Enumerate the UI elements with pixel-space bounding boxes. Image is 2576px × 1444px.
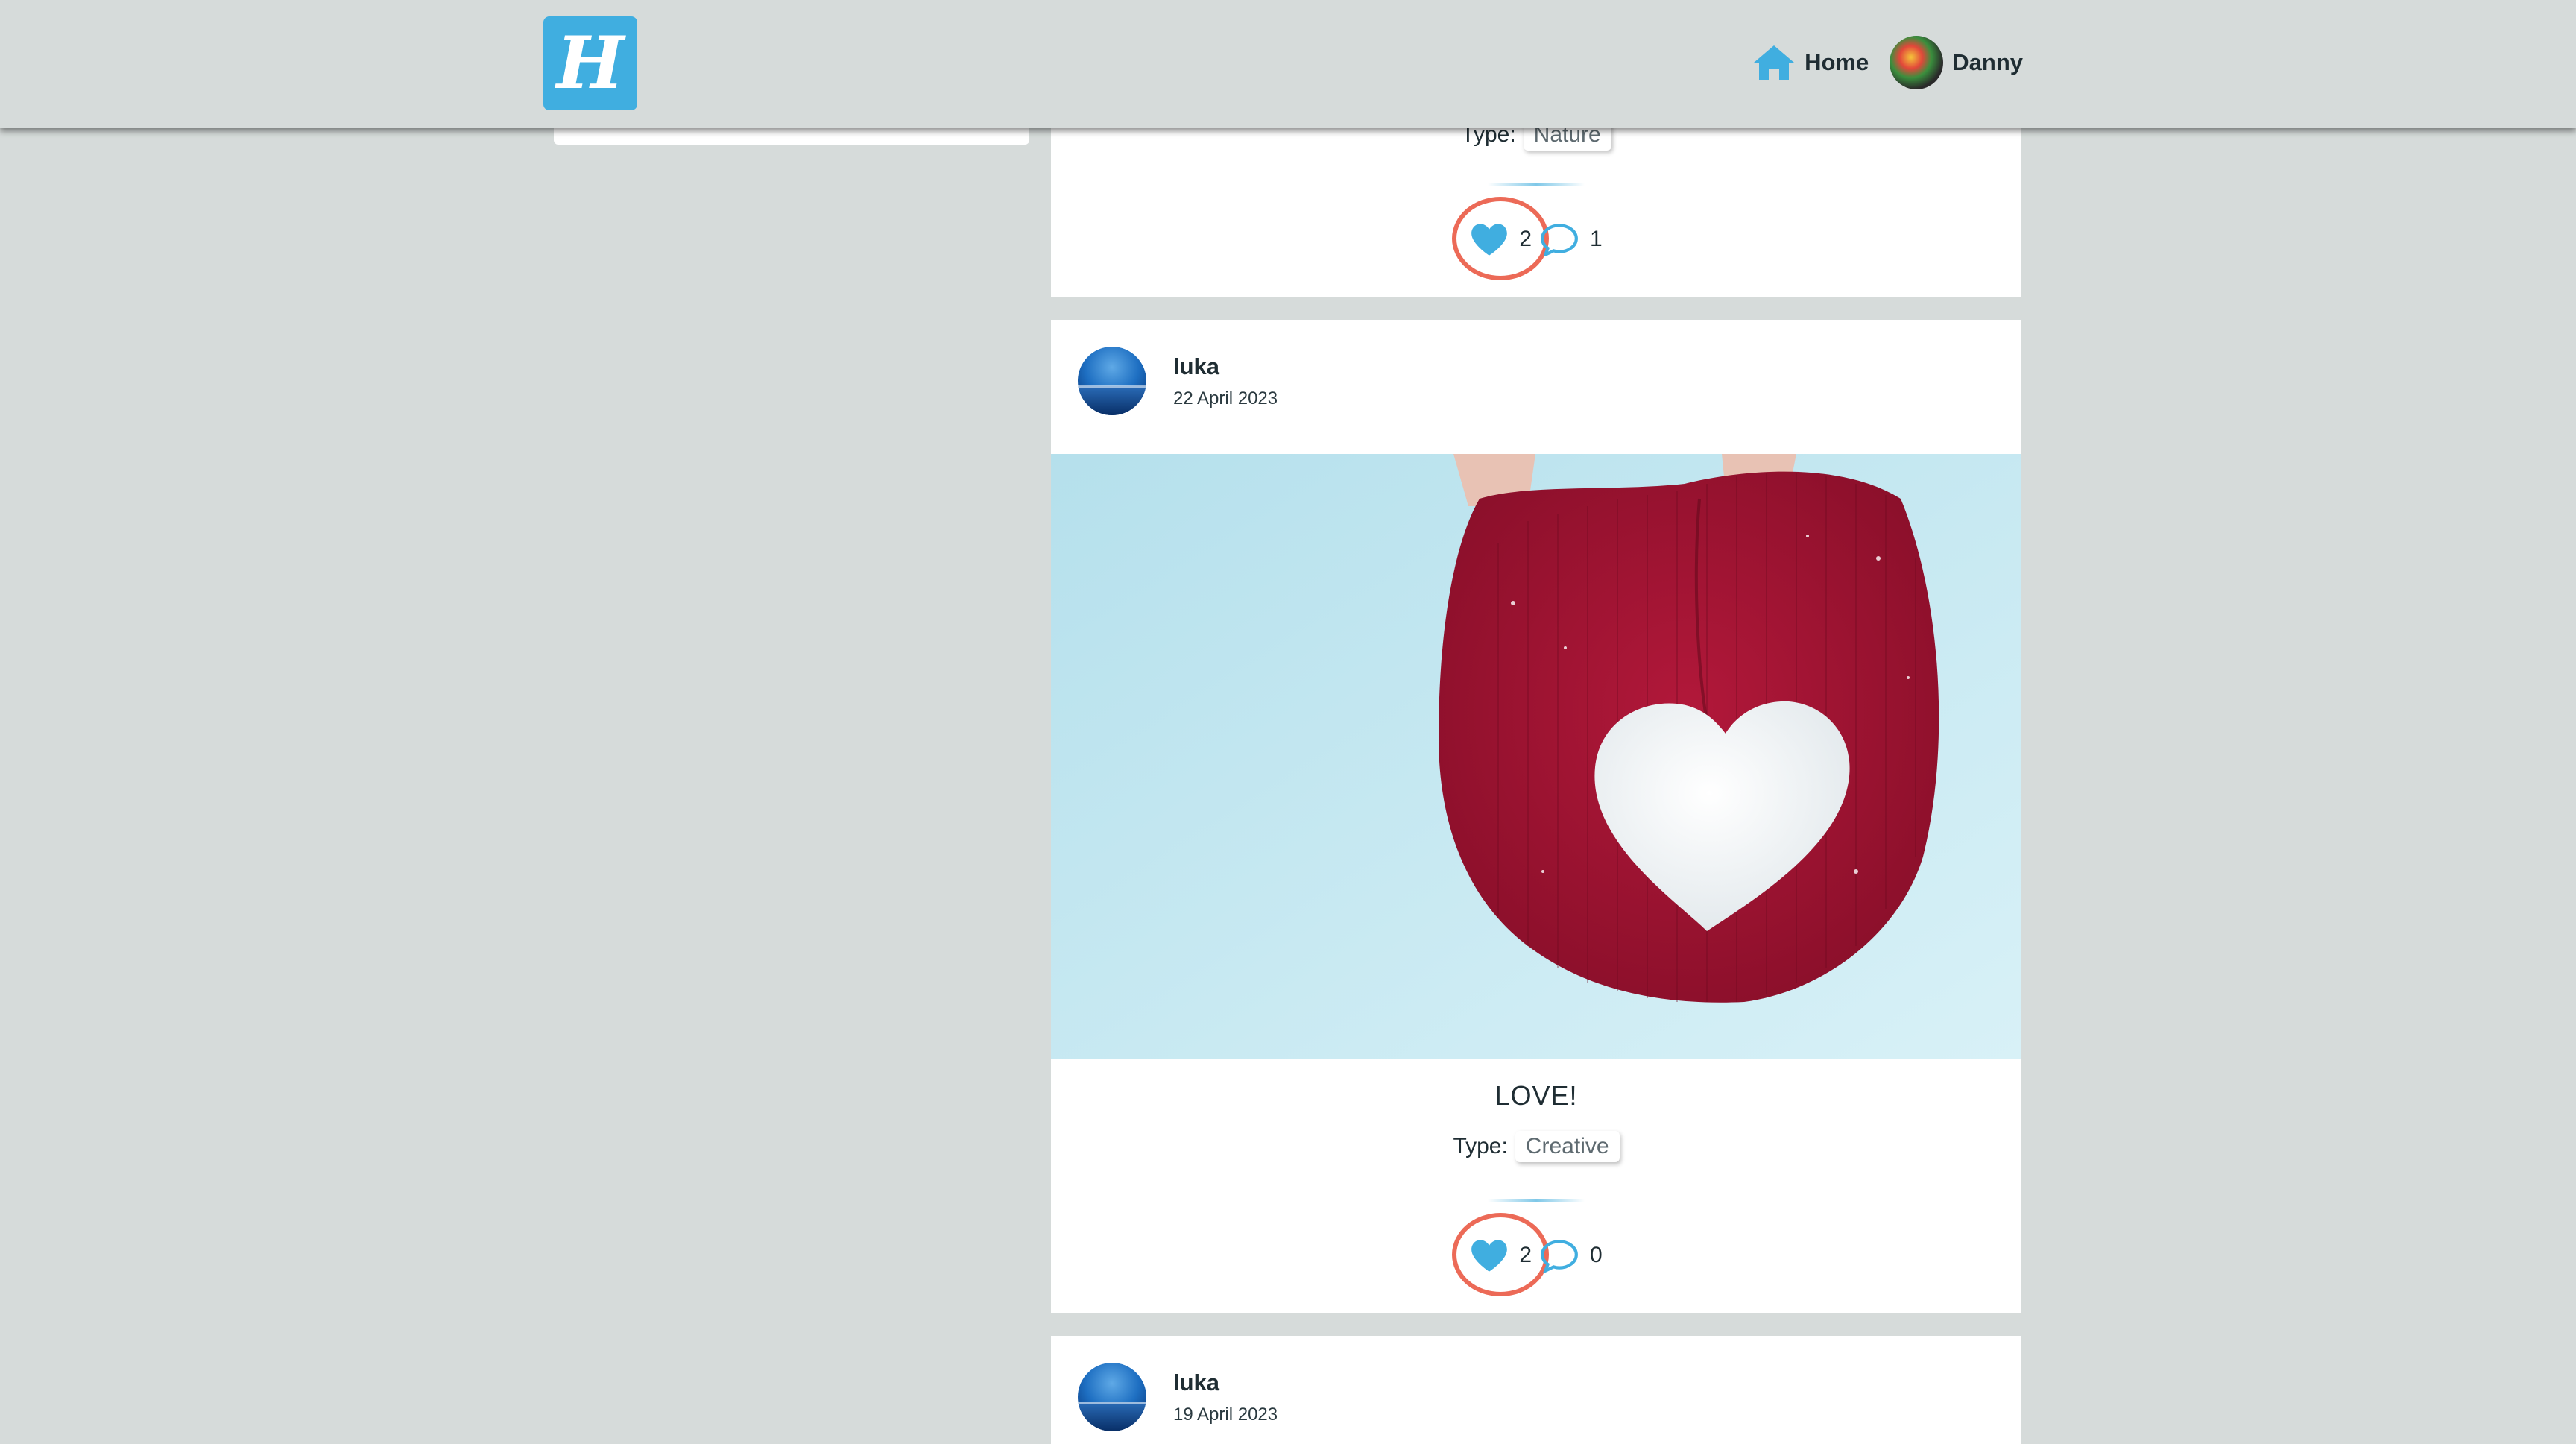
comment-icon [1541,1240,1578,1273]
post-card: luka 19 April 2023 [1051,1336,2021,1444]
post-card: luka 22 April 2023 LOVE! Type: Creative … [1051,320,2021,1313]
divider [1488,1199,1585,1202]
author-avatar[interactable] [1078,347,1146,415]
post-type-row: Type: Creative [1051,1131,2021,1162]
post-meta: luka 22 April 2023 [1173,352,1278,410]
post-header: luka 19 April 2023 [1078,1363,1278,1431]
post-date: 19 April 2023 [1173,1404,1278,1425]
nav-home[interactable]: Home [1752,44,1869,81]
top-navbar: H Home Danny [0,0,2576,128]
comment-count: 0 [1590,1243,1603,1267]
page: Type: Nature 2 1 luka 22 April 2023 LOVE… [0,0,2576,1444]
nav-user-name: Danny [1952,49,2023,75]
post-author[interactable]: luka [1173,1368,1278,1398]
post-date: 22 April 2023 [1173,388,1278,409]
top-nav: Home Danny [1752,36,2023,89]
like-button[interactable]: 2 [1452,1213,1550,1296]
heart-icon [1471,1240,1508,1272]
like-count: 2 [1519,1243,1532,1267]
post-header: luka 22 April 2023 [1078,347,1278,415]
heart-icon [1471,224,1508,256]
post-author[interactable]: luka [1173,352,1278,382]
author-avatar[interactable] [1078,1363,1146,1431]
comment-count: 1 [1590,227,1603,251]
comment-button[interactable]: 1 [1539,222,1603,256]
comment-icon [1541,224,1578,256]
home-icon [1754,45,1795,80]
nav-profile[interactable]: Danny [1890,36,2023,89]
post-actions: 2 0 [1051,1213,2021,1296]
divider [1488,183,1585,186]
user-avatar [1890,36,1944,89]
post-type-tag[interactable]: Creative [1515,1131,1620,1162]
nav-home-label: Home [1805,49,1869,75]
post-actions: 2 1 [1051,197,2021,280]
like-button[interactable]: 2 [1452,197,1550,280]
logo-letter: H [556,21,625,105]
post-image[interactable] [1051,454,2021,1059]
like-count: 2 [1519,227,1532,251]
post-type-label: Type: [1453,1134,1508,1158]
app-logo[interactable]: H [543,16,637,110]
post-title: LOVE! [1494,1080,1578,1111]
post-meta: luka 19 April 2023 [1173,1368,1278,1426]
mittens-heart-photo [1051,454,2021,1059]
comment-button[interactable]: 0 [1539,1238,1603,1273]
